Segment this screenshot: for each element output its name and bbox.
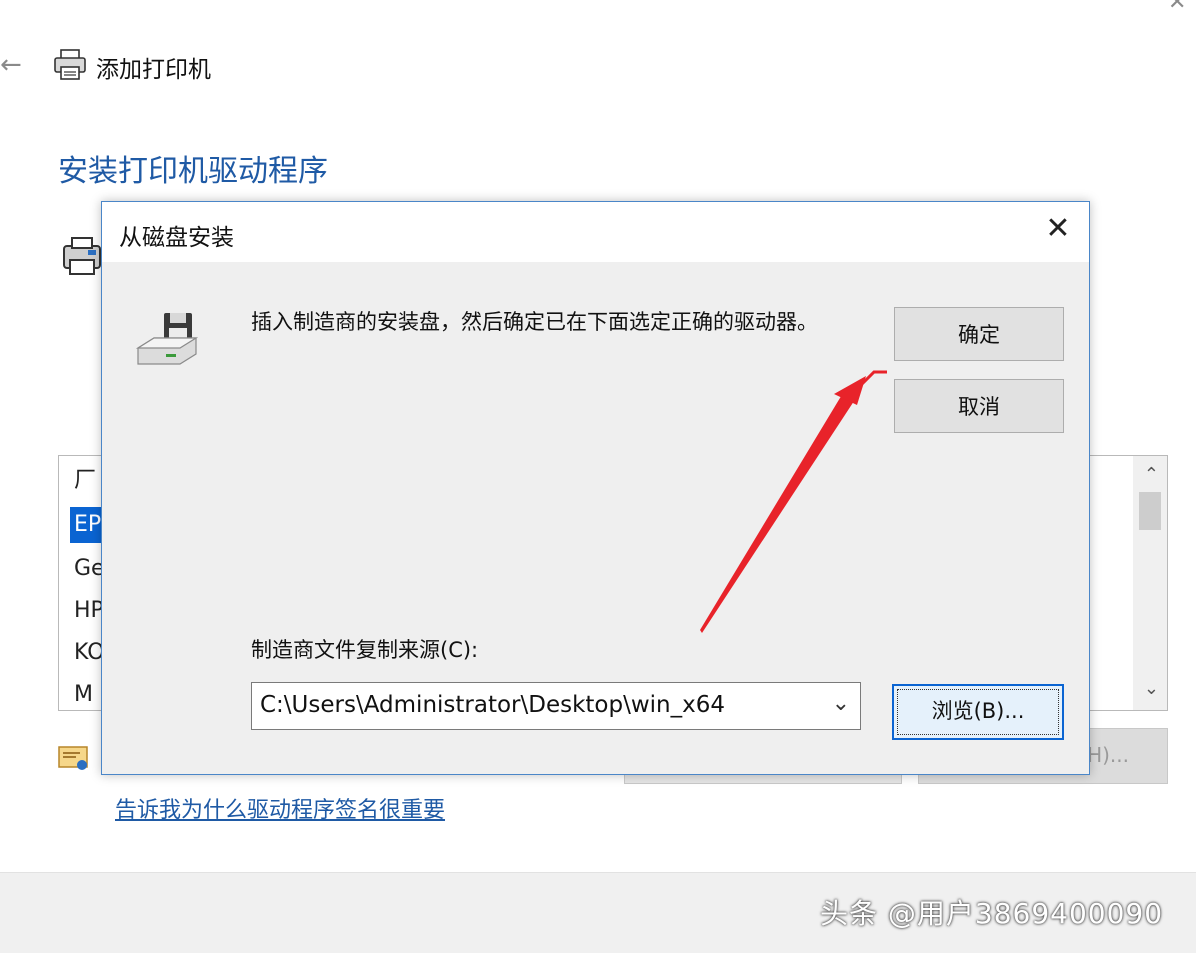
wizard-title: 添加打印机	[96, 57, 211, 83]
list-item[interactable]: EP	[74, 510, 101, 540]
chevron-up-icon[interactable]: ⌃	[1144, 464, 1159, 485]
browse-button[interactable]: 浏览(B)...	[892, 684, 1064, 740]
source-path-value[interactable]: C:\Users\Administrator\Desktop\win_x64	[260, 692, 725, 718]
have-disk-button-label: H)...	[1087, 743, 1129, 767]
page-title: 安装打印机驱动程序	[58, 154, 328, 189]
ok-button[interactable]: 确定	[894, 307, 1064, 361]
printer-icon	[54, 49, 86, 80]
list-item[interactable]: Ge	[74, 554, 105, 584]
manufacturer-column-header[interactable]: 厂	[74, 466, 96, 496]
printer-icon	[63, 237, 101, 275]
scrollbar[interactable]: ⌃ ⌄	[1133, 456, 1167, 710]
focus-ring	[897, 689, 1059, 735]
install-from-disk-dialog: 从磁盘安装 ✕ 插入制造商的安装盘，然后确定已在下面选定正确的驱动器。 确定 取…	[101, 201, 1090, 775]
list-item[interactable]: KO	[74, 638, 105, 668]
chevron-down-icon[interactable]: ⌄	[832, 691, 850, 716]
dialog-title: 从磁盘安装	[119, 225, 234, 251]
close-icon[interactable]: ✕	[1041, 212, 1075, 246]
scroll-thumb[interactable]	[1139, 492, 1161, 530]
list-item[interactable]: HP	[74, 596, 104, 626]
driver-signing-link[interactable]: 告诉我为什么驱动程序签名很重要	[115, 792, 445, 824]
certificate-icon	[58, 746, 88, 770]
source-label: 制造商文件复制来源(C):	[251, 638, 479, 662]
floppy-drive-icon	[136, 313, 198, 365]
back-arrow-icon[interactable]: ←	[0, 50, 22, 80]
list-item[interactable]: M	[74, 680, 93, 710]
dialog-message: 插入制造商的安装盘，然后确定已在下面选定正确的驱动器。	[251, 310, 818, 334]
source-path-combobox[interactable]: C:\Users\Administrator\Desktop\win_x64 ⌄	[251, 682, 861, 730]
watermark: 头条 @用户3869400090	[820, 897, 1164, 930]
dialog-titlebar[interactable]: 从磁盘安装 ✕	[102, 202, 1089, 262]
close-icon[interactable]: ✕	[1168, 0, 1186, 15]
chevron-down-icon[interactable]: ⌄	[1144, 678, 1159, 699]
cancel-button[interactable]: 取消	[894, 379, 1064, 433]
